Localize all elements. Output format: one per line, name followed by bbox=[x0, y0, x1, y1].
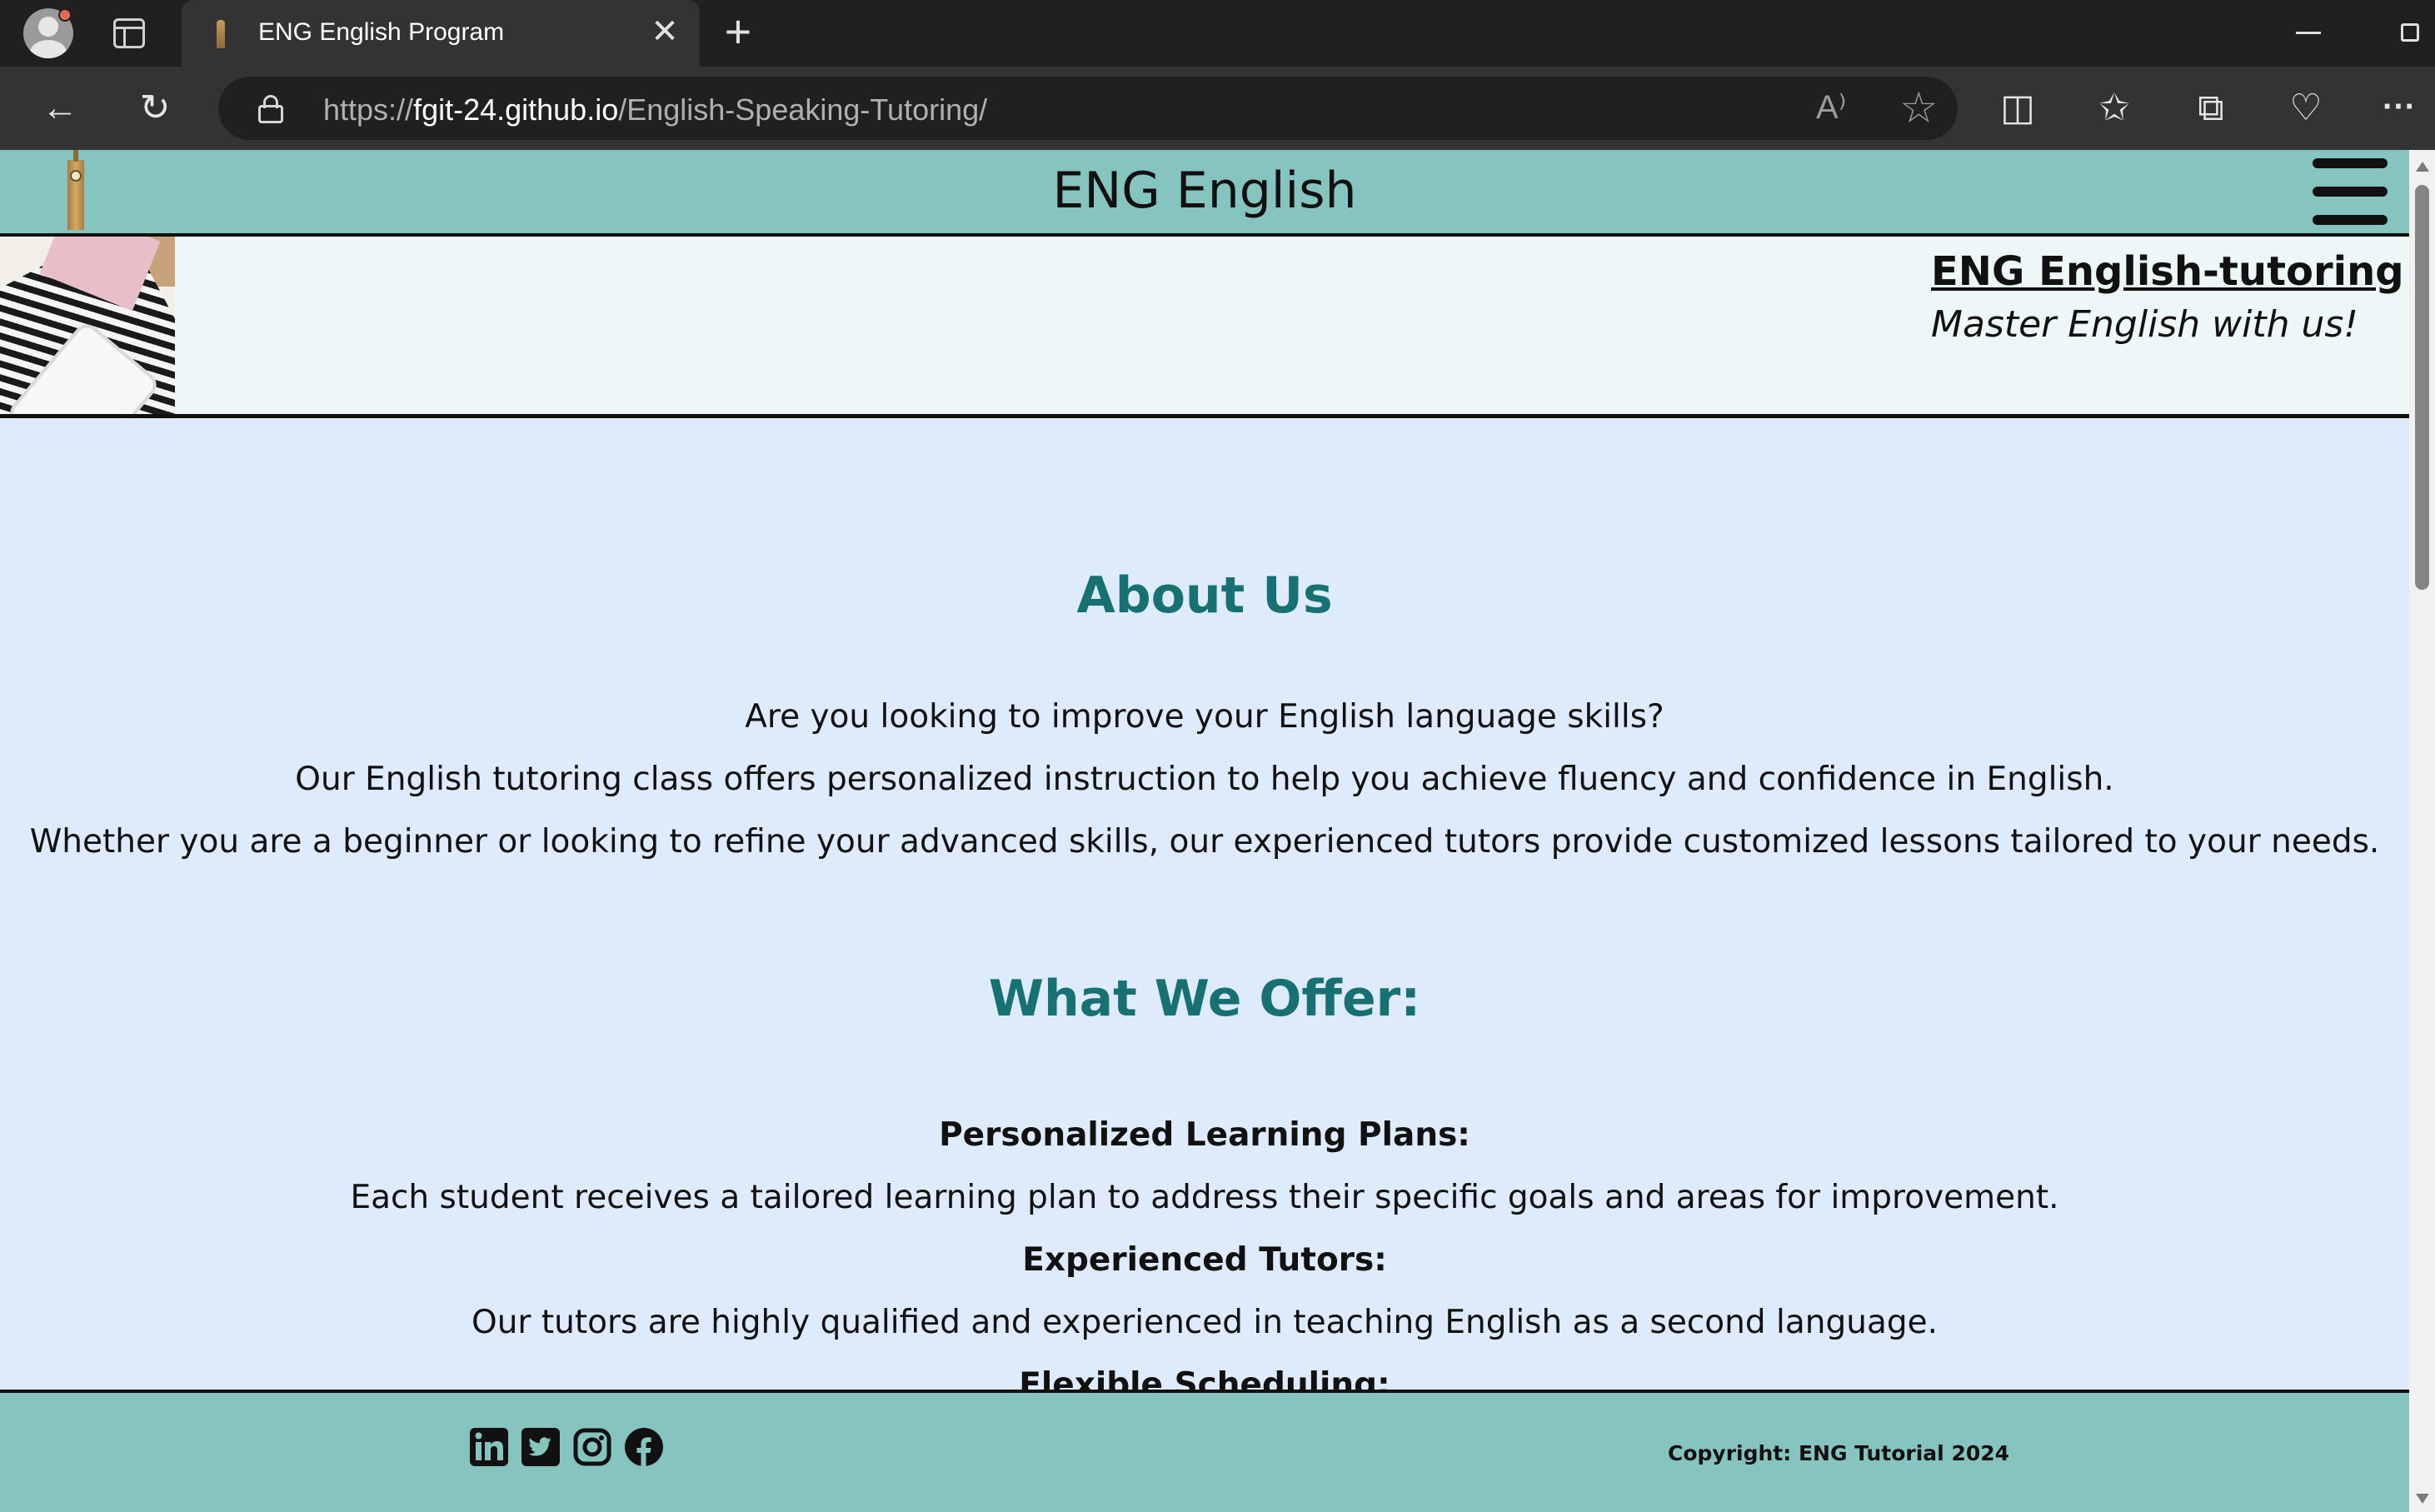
page-scrollbar[interactable] bbox=[2409, 150, 2435, 1512]
offer-item-text: Each student receives a tailored learnin… bbox=[350, 1179, 2059, 1216]
linkedin-icon[interactable] bbox=[468, 1426, 510, 1468]
hamburger-menu-icon[interactable] bbox=[2313, 158, 2388, 227]
hero-subtitle: Master English with us! bbox=[1931, 303, 2358, 346]
scroll-down-arrow-icon[interactable] bbox=[2416, 1494, 2429, 1504]
lock-icon[interactable] bbox=[258, 95, 283, 123]
url-host: fgit-24.github.io bbox=[413, 92, 619, 127]
notification-dot bbox=[58, 8, 72, 22]
copyright-text: Copyright: ENG Tutorial 2024 bbox=[1668, 1441, 2010, 1465]
offer-heading: What We Offer: bbox=[988, 970, 1421, 1028]
browser-toolbar: ← ↻ https://fgit-24.github.io/English-Sp… bbox=[0, 67, 2435, 150]
about-heading: About Us bbox=[1076, 566, 1333, 625]
read-aloud-icon[interactable]: A⁾ bbox=[1816, 88, 1847, 127]
about-paragraph-line: Whether you are a beginner or looking to… bbox=[29, 823, 2380, 861]
collections-icon[interactable]: ⧉ bbox=[2186, 83, 2236, 133]
close-tab-icon[interactable]: ✕ bbox=[648, 15, 681, 48]
browser-essentials-icon[interactable]: ♡ bbox=[2281, 83, 2331, 133]
site-footer: Copyright: ENG Tutorial 2024 bbox=[0, 1390, 2409, 1512]
split-screen-icon[interactable]: ◫ bbox=[1993, 83, 2043, 133]
browser-tab[interactable]: ENG English Program ✕ bbox=[182, 0, 700, 67]
tab-actions-icon[interactable] bbox=[113, 18, 145, 48]
hero-banner: ENG English-tutoring Master English with… bbox=[0, 237, 2409, 418]
hero-title-link[interactable]: ENG English-tutoring bbox=[1931, 248, 2404, 295]
facebook-icon[interactable] bbox=[623, 1426, 665, 1468]
scroll-up-arrow-icon[interactable] bbox=[2416, 162, 2429, 172]
site-header: ENG English bbox=[0, 150, 2409, 237]
offer-item-title: Personalized Learning Plans: bbox=[939, 1116, 1470, 1154]
refresh-icon[interactable]: ↻ bbox=[130, 83, 180, 133]
back-icon[interactable]: ← bbox=[35, 83, 85, 133]
site-title: ENG English bbox=[1052, 162, 1357, 220]
minimize-icon[interactable] bbox=[2296, 32, 2321, 34]
offer-item-title: Experienced Tutors: bbox=[1022, 1241, 1387, 1279]
restore-icon[interactable] bbox=[2401, 23, 2419, 42]
address-bar[interactable]: https://fgit-24.github.io/English-Speaki… bbox=[218, 77, 1958, 140]
hero-image bbox=[0, 237, 175, 414]
favorites-icon[interactable]: ✩ bbox=[2089, 83, 2139, 133]
url-path: /English-Speaking-Tutoring/ bbox=[618, 92, 988, 127]
favorite-star-icon[interactable]: ☆ bbox=[1899, 83, 1939, 133]
site-favicon-icon bbox=[217, 20, 225, 48]
browser-tab-bar: ENG English Program ✕ + bbox=[0, 0, 2435, 67]
offer-item-text: Our tutors are highly qualified and expe… bbox=[472, 1304, 1938, 1341]
about-paragraph-line: Are you looking to improve your English … bbox=[745, 698, 1664, 736]
new-tab-icon[interactable]: + bbox=[718, 8, 758, 55]
url-prefix: https:// bbox=[323, 92, 414, 127]
about-paragraph-line: Our English tutoring class offers person… bbox=[295, 761, 2114, 798]
twitter-icon[interactable] bbox=[520, 1426, 561, 1468]
url-text[interactable]: https://fgit-24.github.io/English-Speaki… bbox=[323, 92, 987, 127]
tab-title: ENG English Program bbox=[258, 18, 505, 46]
more-icon[interactable]: ··· bbox=[2374, 82, 2424, 132]
instagram-icon[interactable] bbox=[571, 1426, 613, 1468]
scroll-thumb[interactable] bbox=[2415, 185, 2429, 590]
page-viewport: ENG English ENG English-tutoring Master … bbox=[0, 150, 2409, 1512]
